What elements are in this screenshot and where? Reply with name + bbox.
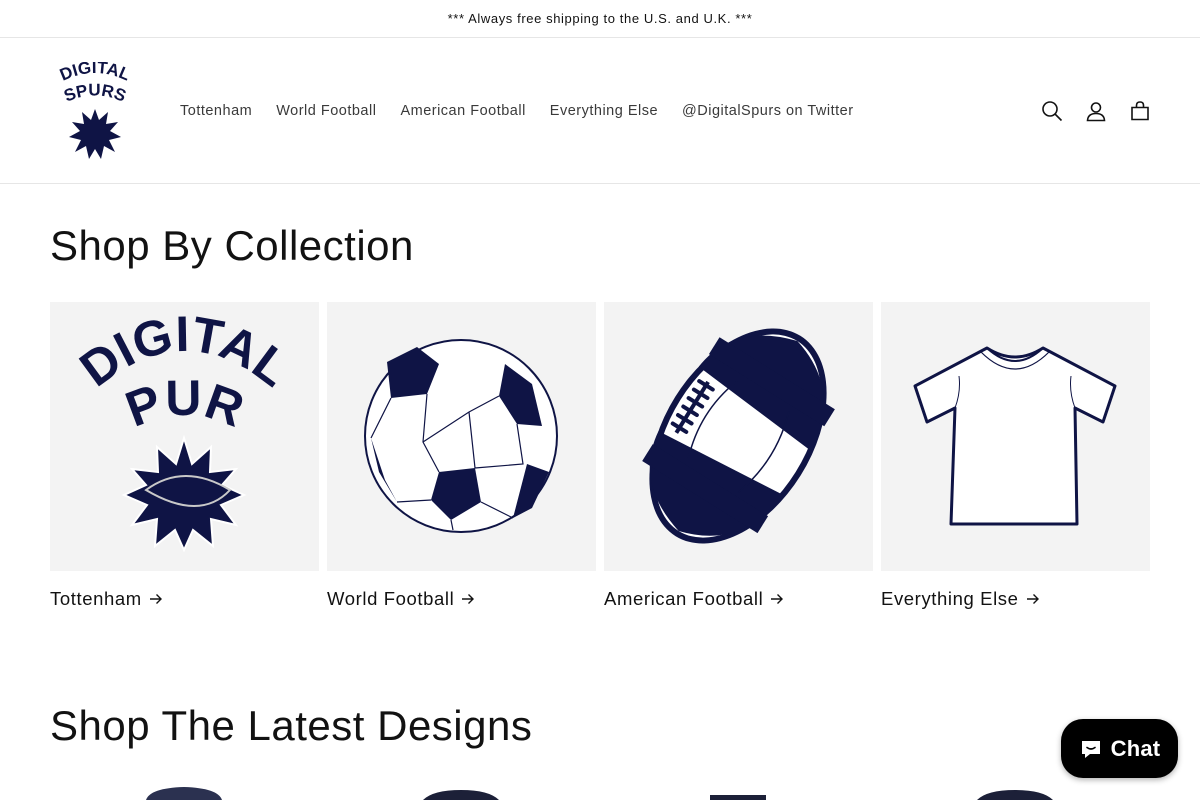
collection-image-everything-else <box>881 302 1150 571</box>
latest-designs-grid <box>50 783 1150 800</box>
cart-icon[interactable] <box>1118 89 1162 133</box>
latest-designs-title: Shop The Latest Designs <box>50 702 533 749</box>
product-card-preview[interactable] <box>881 783 1150 800</box>
search-icon[interactable] <box>1030 89 1074 133</box>
collection-card-tottenham[interactable]: DIGITAL SPURS Tottenham <box>50 302 319 610</box>
product-card-preview[interactable] <box>327 783 596 800</box>
nav-twitter[interactable]: @DigitalSpurs on Twitter <box>670 103 866 119</box>
collection-label: World Football <box>327 588 455 609</box>
main-nav: Tottenham World Football American Footba… <box>168 38 866 183</box>
header-icons <box>1030 38 1162 183</box>
collection-image-world-football <box>327 302 596 571</box>
collection-card-world-football[interactable]: World Football <box>327 302 596 610</box>
collection-link-everything-else[interactable]: Everything Else <box>881 588 1150 610</box>
collection-card-everything-else[interactable]: Everything Else <box>881 302 1150 610</box>
product-card-preview[interactable] <box>604 783 873 800</box>
collection-label: Tottenham <box>50 588 142 609</box>
site-logo[interactable]: DIGITAL SPURS <box>55 58 135 160</box>
account-icon[interactable] <box>1074 89 1118 133</box>
nav-tottenham[interactable]: Tottenham <box>168 103 264 119</box>
svg-text:SPURS: SPURS <box>61 80 128 105</box>
collection-link-american-football[interactable]: American Football <box>604 588 873 610</box>
product-card-preview[interactable] <box>50 783 319 800</box>
collection-image-tottenham: DIGITAL SPURS <box>50 302 319 571</box>
collections-title: Shop By Collection <box>50 222 414 269</box>
collection-grid: DIGITAL SPURS Tottenham <box>50 302 1150 610</box>
announcement-text: *** Always free shipping to the U.S. and… <box>447 11 753 26</box>
nav-american-football[interactable]: American Football <box>388 103 537 119</box>
collection-link-world-football[interactable]: World Football <box>327 588 596 610</box>
collection-label: Everything Else <box>881 588 1019 609</box>
nav-world-football[interactable]: World Football <box>264 103 388 119</box>
site-header: DIGITAL SPURS Tottenham World Football A… <box>0 38 1200 184</box>
arrow-right-icon <box>770 588 784 610</box>
collection-link-tottenham[interactable]: Tottenham <box>50 588 319 610</box>
chat-bubble-icon <box>1079 737 1103 761</box>
announcement-bar: *** Always free shipping to the U.S. and… <box>0 0 1200 38</box>
arrow-right-icon <box>1026 588 1040 610</box>
collection-label: American Football <box>604 588 764 609</box>
chat-button[interactable]: Chat <box>1061 719 1178 778</box>
collection-image-american-football <box>604 302 873 571</box>
arrow-right-icon <box>461 588 475 610</box>
nav-everything-else[interactable]: Everything Else <box>538 103 670 119</box>
arrow-right-icon <box>149 588 163 610</box>
collection-card-american-football[interactable]: American Football <box>604 302 873 610</box>
chat-label: Chat <box>1110 735 1161 761</box>
